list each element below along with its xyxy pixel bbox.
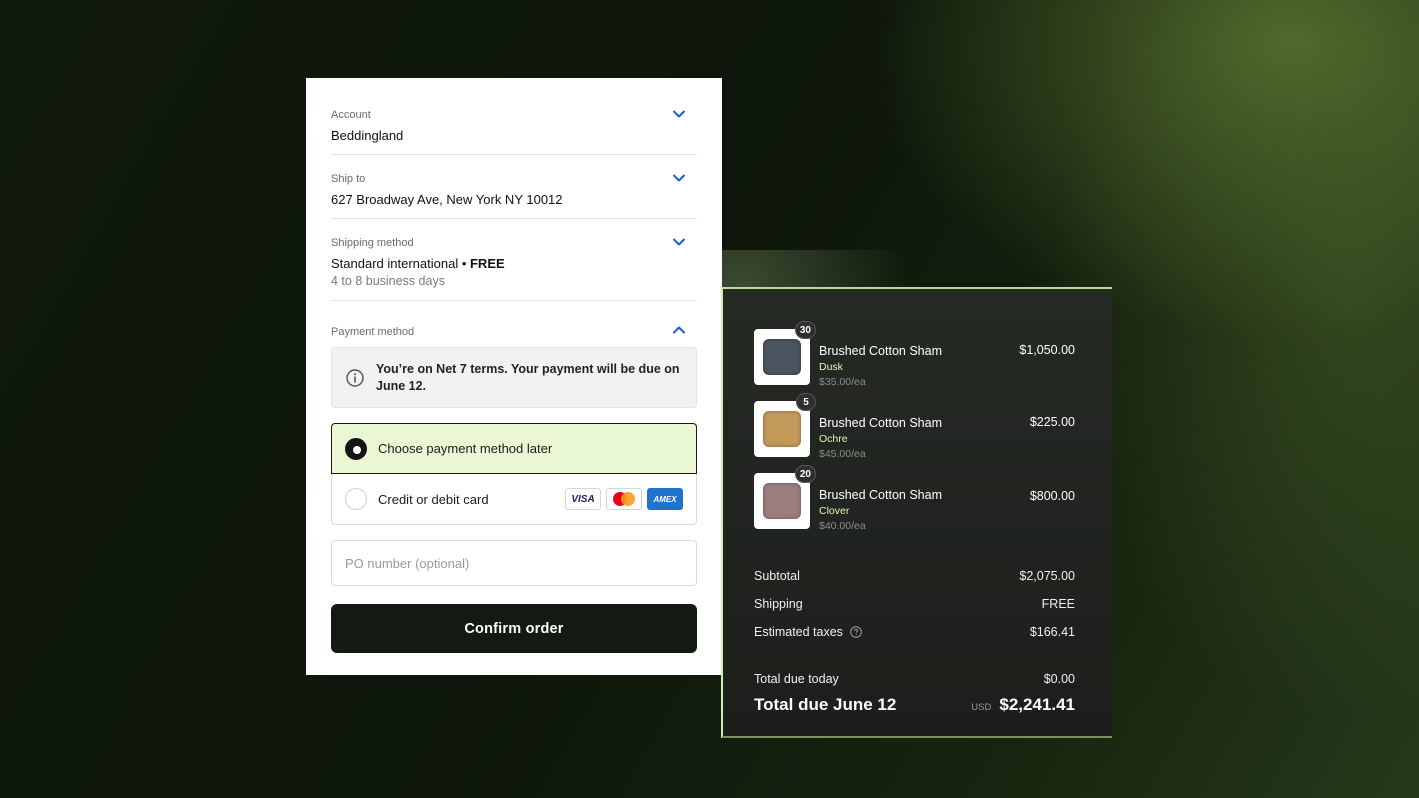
quantity-badge: 5 xyxy=(796,393,816,411)
card-brands: VISA AMEX xyxy=(565,488,683,510)
item-variant: Dusk xyxy=(819,361,843,373)
shipping-row: Shipping FREE xyxy=(754,590,1075,618)
due-final-value: $2,241.41 xyxy=(999,695,1075,714)
payment-option-later[interactable]: Choose payment method later xyxy=(331,423,697,474)
order-summary: 30 Brushed Cotton Sham Dusk $35.00/ea $1… xyxy=(721,287,1112,738)
product-thumbnail: 20 xyxy=(754,465,816,529)
taxes-row: Estimated taxes $166.41 xyxy=(754,618,1075,646)
shipping-value: FREE xyxy=(1041,597,1075,611)
chevron-down-icon[interactable] xyxy=(673,238,685,246)
product-thumbnail: 30 xyxy=(754,321,816,385)
payment-option-card[interactable]: Credit or debit card VISA AMEX xyxy=(332,474,696,524)
subtotal-label: Subtotal xyxy=(754,569,800,583)
shipping-label: Shipping xyxy=(754,597,803,611)
quantity-badge: 20 xyxy=(794,465,816,483)
ship-to-label: Ship to xyxy=(331,173,366,185)
item-unit-price: $35.00/ea xyxy=(819,376,866,388)
line-items: 30 Brushed Cotton Sham Dusk $35.00/ea $1… xyxy=(754,321,1075,545)
item-info: Brushed Cotton Sham Clover $40.00/ea xyxy=(819,473,942,545)
line-item: 5 Brushed Cotton Sham Ochre $45.00/ea $2… xyxy=(754,393,1075,473)
pillow-image xyxy=(763,339,801,375)
pillow-image xyxy=(763,483,801,519)
visa-icon: VISA xyxy=(565,488,601,510)
line-item: 30 Brushed Cotton Sham Dusk $35.00/ea $1… xyxy=(754,321,1075,401)
account-section[interactable]: Account Beddingland xyxy=(331,78,697,155)
due-final-row: Total due June 12 USD $2,241.41 xyxy=(754,695,1075,715)
due-today-row: Total due today $0.00 xyxy=(754,665,1075,693)
due-today-value: $0.00 xyxy=(1043,672,1075,686)
payment-method-header[interactable]: Payment method xyxy=(331,301,697,346)
confirm-order-button[interactable]: Confirm order xyxy=(331,604,697,653)
due-final-amount: USD $2,241.41 xyxy=(971,695,1075,715)
due-final-label: Total due June 12 xyxy=(754,695,897,714)
radio-unselected[interactable] xyxy=(345,488,367,510)
item-total: $225.00 xyxy=(1029,415,1075,429)
pillow-image xyxy=(763,411,801,447)
notice-text: You’re on Net 7 terms. Your payment will… xyxy=(376,361,680,393)
chevron-down-icon[interactable] xyxy=(673,110,685,118)
account-label: Account xyxy=(331,109,371,121)
shipping-method-price: FREE xyxy=(469,256,505,271)
po-number-input[interactable] xyxy=(331,540,697,586)
item-name: Brushed Cotton Sham xyxy=(819,416,942,430)
payment-option-label: Choose payment method later xyxy=(378,441,553,456)
account-value: Beddingland xyxy=(331,128,404,143)
mastercard-icon xyxy=(606,488,642,510)
shipping-method-value: Standard international • FREE xyxy=(331,255,697,272)
subtotal-value: $2,075.00 xyxy=(1019,569,1075,583)
item-unit-price: $45.00/ea xyxy=(819,448,866,460)
taxes-label: Estimated taxes xyxy=(754,625,843,639)
payment-options: Choose payment method later Credit or de… xyxy=(331,423,697,525)
totals: Subtotal $2,075.00 Shipping FREE Estimat… xyxy=(754,562,1075,715)
shipping-method-name: Standard international xyxy=(331,256,459,271)
item-info: Brushed Cotton Sham Dusk $35.00/ea xyxy=(819,329,942,401)
product-thumbnail: 5 xyxy=(754,393,816,457)
item-variant: Ochre xyxy=(819,433,848,445)
checkout-form: Account Beddingland Ship to 627 Broadway… xyxy=(306,78,722,675)
net-terms-notice: You’re on Net 7 terms. Your payment will… xyxy=(331,347,697,408)
payment-method-label: Payment method xyxy=(331,326,415,338)
shipping-method-section[interactable]: Shipping method Standard international •… xyxy=(331,219,697,301)
currency-code: USD xyxy=(971,702,992,713)
payment-option-label: Credit or debit card xyxy=(378,491,489,507)
due-today-label: Total due today xyxy=(754,672,839,686)
shipping-method-separator: • xyxy=(458,256,470,271)
chevron-down-icon[interactable] xyxy=(673,174,685,182)
shipping-method-eta: 4 to 8 business days xyxy=(331,274,445,288)
item-total: $1,050.00 xyxy=(1019,343,1075,357)
taxes-label-group: Estimated taxes xyxy=(754,625,862,639)
quantity-badge: 30 xyxy=(794,321,816,339)
amex-icon: AMEX xyxy=(647,488,683,510)
line-item: 20 Brushed Cotton Sham Clover $40.00/ea … xyxy=(754,465,1075,545)
info-icon xyxy=(346,368,364,387)
chevron-up-icon[interactable] xyxy=(673,326,685,334)
item-variant: Clover xyxy=(819,505,850,517)
shipping-method-label: Shipping method xyxy=(331,237,414,249)
taxes-value: $166.41 xyxy=(1029,625,1075,639)
item-info: Brushed Cotton Sham Ochre $45.00/ea xyxy=(819,401,942,473)
subtotal-row: Subtotal $2,075.00 xyxy=(754,562,1075,590)
item-name: Brushed Cotton Sham xyxy=(819,488,942,502)
help-icon[interactable] xyxy=(850,626,862,638)
radio-selected[interactable] xyxy=(345,437,367,460)
item-unit-price: $40.00/ea xyxy=(819,520,866,532)
item-total: $800.00 xyxy=(1029,489,1075,503)
ship-to-section[interactable]: Ship to 627 Broadway Ave, New York NY 10… xyxy=(331,155,697,219)
item-name: Brushed Cotton Sham xyxy=(819,344,942,358)
ship-to-value: 627 Broadway Ave, New York NY 10012 xyxy=(331,192,563,207)
